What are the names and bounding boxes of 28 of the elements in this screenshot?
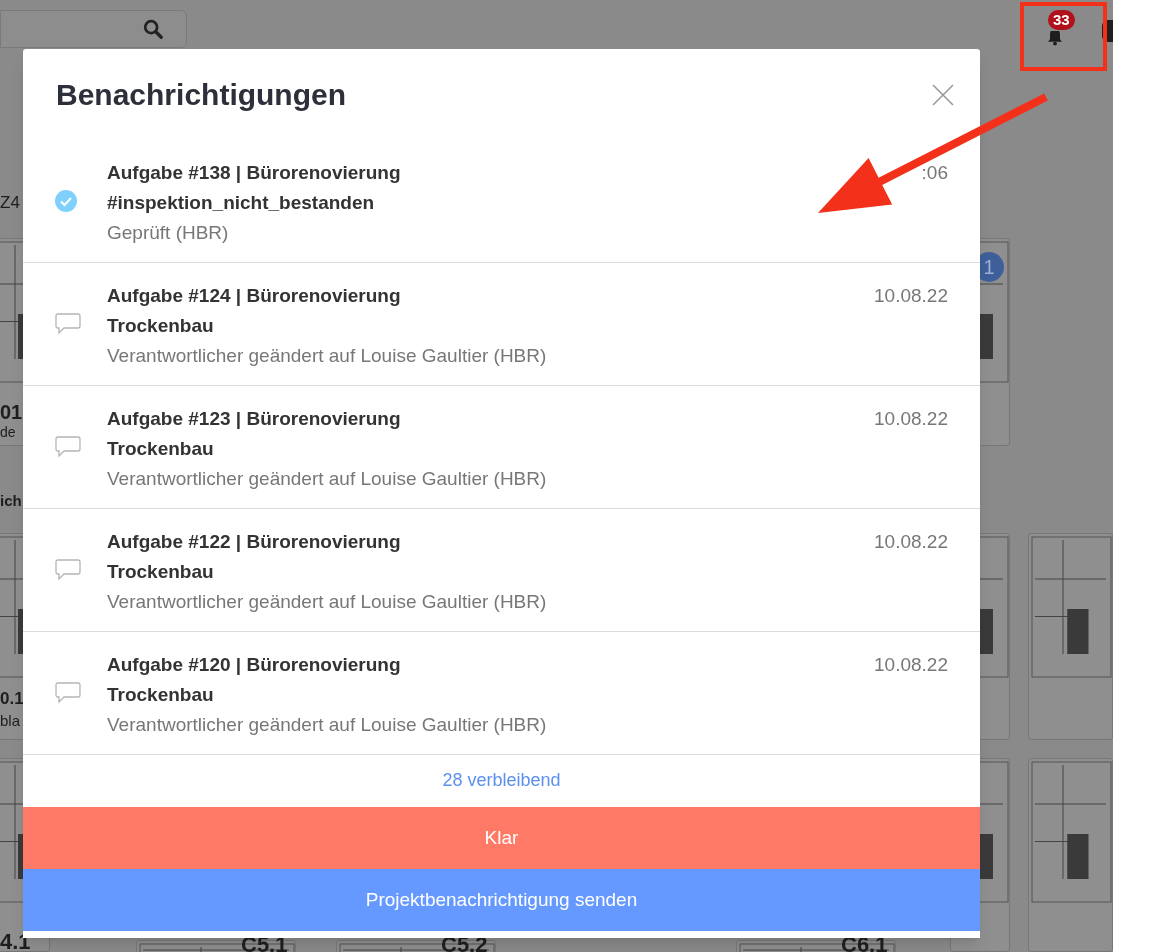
notification-tag: Trockenbau	[107, 680, 875, 710]
notification-date: 10.08.22	[874, 530, 948, 554]
notification-tag: #inspektion_nicht_bestanden	[107, 188, 922, 218]
sheet-label: 01	[0, 400, 23, 425]
notification-date: 10.08.22	[874, 653, 948, 677]
notification-detail: Geprüft (HBR)	[107, 221, 230, 245]
notification-date: :06	[921, 161, 948, 185]
notification-detail: Verantwortlicher geändert auf Louise Gaultier (HBR)	[107, 590, 548, 614]
notification-tag: Trockenbau	[107, 311, 875, 341]
notification-title: Aufgabe #122 | Bürorenovierung	[107, 530, 402, 554]
notification-date: 10.08.22	[874, 284, 948, 308]
notification-detail: Verantwortlicher geändert auf Louise Gaultier (HBR)	[107, 344, 548, 368]
notification-title: Aufgabe #123 | Bürorenovierung	[107, 407, 402, 431]
sheet-label: de	[0, 423, 16, 442]
sheet-label: bla	[0, 711, 21, 731]
notification-title: Aufgabe #120 | Bürorenovierung	[107, 653, 402, 677]
notification-tag: Trockenbau	[107, 557, 875, 587]
notification-title: Aufgabe #124 | Bürorenovierung	[107, 284, 402, 308]
sheet-label: Z4	[0, 192, 20, 214]
notification-tag: Trockenbau	[107, 434, 875, 464]
notification-detail: Verantwortlicher geändert auf Louise Gaultier (HBR)	[107, 467, 548, 491]
sheet-label: 0.1	[0, 688, 24, 710]
dialog-title: Benachrichtigungen	[56, 77, 347, 113]
notification-count-badge: 33	[1048, 10, 1075, 30]
notification-date: 10.08.22	[874, 407, 948, 431]
notification-detail: Verantwortlicher geändert auf Louise Gaultier (HBR)	[107, 713, 548, 737]
sheet-label: ich	[0, 491, 22, 511]
notification-title: Aufgabe #138 | Bürorenovierung	[107, 161, 402, 185]
